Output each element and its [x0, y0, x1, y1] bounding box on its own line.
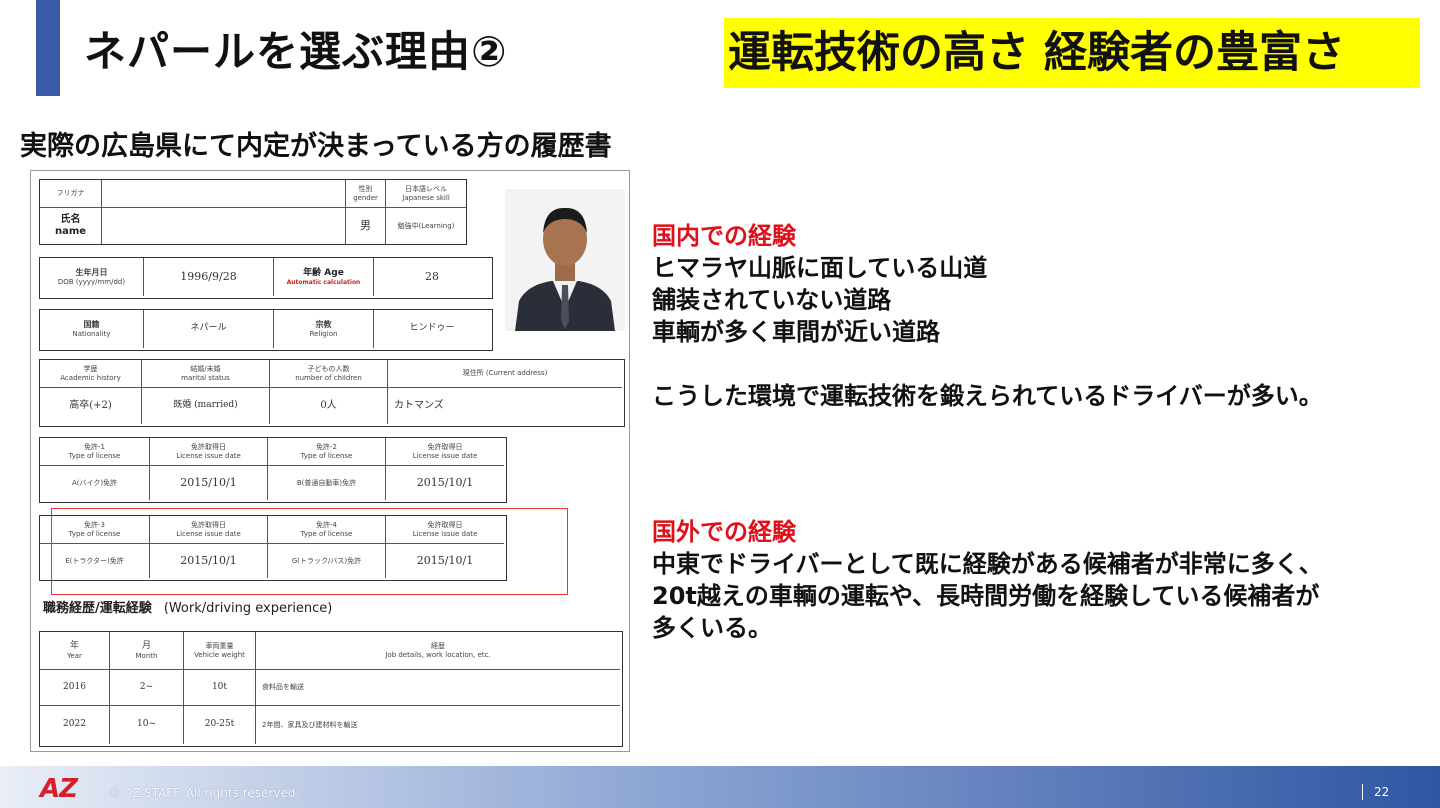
cell: 宗教 Religion: [274, 310, 374, 348]
page-title: ネパールを選ぶ理由②: [84, 27, 508, 76]
cell: 0人: [270, 388, 388, 424]
cell: 既婚 (married): [142, 388, 270, 424]
domestic-experience: 国内での経験 ヒマラヤ山脈に面している山道 舗装されていない道路 車輌が多く車間…: [652, 220, 1323, 412]
highlight-banner: 運転技術の高さ 経験者の豊富さ: [724, 18, 1420, 88]
cell: 10t: [184, 670, 256, 706]
cell: 年 Year: [40, 632, 110, 670]
resume-work-table: 年 Year 月 Month 車両重量 Vehicle weight 経歴 Job de…: [39, 631, 623, 747]
cell: 28: [425, 270, 439, 284]
cell: 高卒(+2): [40, 388, 142, 424]
cell: 結婚/未婚 marital status: [142, 360, 270, 388]
resume-basic-table: フリガナ 性別 gender 日本語レベル Japanese skill 氏名 nam…: [39, 179, 467, 245]
cell: 免許取得日 License issue date: [150, 438, 268, 466]
cell: 生年月日 DOB (yyyy/mm/dd): [40, 258, 144, 296]
cell: 2年間、家具及び建材料を輸送: [262, 720, 358, 729]
az-logo: AZ: [40, 774, 78, 804]
cell: 免許-1 Type of license: [40, 438, 150, 466]
cell: 車両重量 Vehicle weight: [184, 632, 256, 670]
overseas-line: 20t越えの車輌の運転や、長時間労働を経験している候補者が: [652, 582, 1320, 610]
applicant-photo: [505, 189, 625, 331]
cell: 経歴 Job details, work location, etc.: [256, 632, 620, 670]
cell: 勉強中(Learning): [397, 221, 455, 230]
cell: [102, 208, 346, 244]
license-highlight-box: [51, 508, 568, 595]
cell: 日本語レベル Japanese skill: [386, 180, 466, 208]
cell: 免許取得日 License issue date: [386, 438, 504, 466]
copyright: © AZ STAFF. All rights reserved.: [108, 786, 300, 800]
resume-dob-table: 生年月日 DOB (yyyy/mm/dd) 1996/9/28 年齢 Age Aut…: [39, 257, 493, 299]
subtitle: 実際の広島県にて内定が決まっている方の履歴書: [20, 131, 612, 162]
highlight-text: 運転技術の高さ 経験者の豊富さ: [728, 28, 1345, 78]
resume-education-table: 学歴 Academic history 結婚/未婚 marital status 子…: [39, 359, 625, 427]
cell: 氏名 name: [40, 208, 102, 244]
title-accent-bar: [36, 0, 60, 96]
applicant-portrait-icon: [505, 189, 625, 331]
cell: 2022: [40, 706, 110, 744]
resume-scan: フリガナ 性別 gender 日本語レベル Japanese skill 氏名 nam…: [30, 170, 630, 752]
cell: A(バイク)免許: [40, 466, 150, 500]
cell: 現住所 (Current address): [388, 360, 622, 388]
domestic-line: ヒマラヤ山脈に面している山道: [652, 254, 988, 282]
cell: 学歴 Academic history: [40, 360, 142, 388]
overseas-experience: 国外での経験 中東でドライバーとして既に経験がある候補者が非常に多く、 20t越…: [652, 516, 1323, 644]
cell: 20-25t: [184, 706, 256, 744]
cell: 年齢 Age Automatic calculation: [274, 258, 374, 296]
overseas-line: 多くいる。: [652, 614, 772, 642]
cell: [102, 180, 346, 208]
cell: ネパール: [144, 310, 274, 348]
overseas-line: 中東でドライバーとして既に経験がある候補者が非常に多く、: [652, 550, 1323, 578]
cell: カトマンズ: [394, 399, 444, 411]
cell: 2~: [110, 670, 184, 706]
cell: 免許-2 Type of license: [268, 438, 386, 466]
cell: B(普通自動車)免許: [268, 466, 386, 500]
resume-license-table-1: 免許-1 Type of license 免許取得日 License issue d…: [39, 437, 507, 503]
overseas-heading: 国外での経験: [652, 518, 796, 546]
domestic-line: 車輌が多く車間が近い道路: [652, 318, 940, 346]
cell: 食料品を輸送: [256, 670, 620, 706]
cell: 性別 gender: [346, 180, 386, 208]
cell: 男: [346, 208, 386, 244]
work-section-label: 職務経歴/運転経験 (Work/driving experience): [43, 601, 333, 616]
cell: 2015/10/1: [416, 476, 474, 490]
cell: 1996/9/28: [144, 258, 274, 296]
cell: 子どもの人数 number of children: [270, 360, 388, 388]
page-separator: [1362, 784, 1363, 800]
page-number: 22: [1374, 785, 1390, 799]
cell: 月 Month: [110, 632, 184, 670]
domestic-line: [652, 348, 1323, 380]
cell: フリガナ: [40, 180, 102, 208]
domestic-summary: こうした環境で運転技術を鍛えられているドライバーが多い。: [652, 382, 1323, 410]
cell: ヒンドゥー: [409, 323, 455, 334]
cell: 2016: [40, 670, 110, 706]
domestic-heading: 国内での経験: [652, 222, 796, 250]
resume-nationality-table: 国籍 Nationality ネパール 宗教 Religion ヒンドゥー: [39, 309, 493, 351]
cell: 10~: [110, 706, 184, 744]
domestic-line: 舗装されていない道路: [652, 286, 892, 314]
cell: 国籍 Nationality: [40, 310, 144, 348]
cell: 2015/10/1: [150, 466, 268, 500]
